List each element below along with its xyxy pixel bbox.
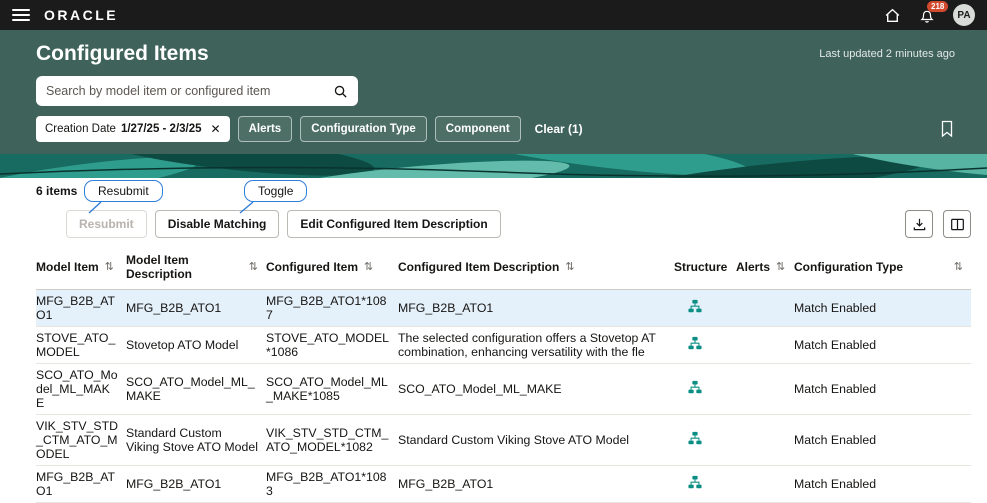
table-toolbar: Resubmit Disable Matching Edit Configure… xyxy=(36,210,971,238)
table-row[interactable]: MFG_B2B_ATO1 MFG_B2B_ATO1 MFG_B2B_ATO1*1… xyxy=(36,465,971,503)
content-area: 6 items Resubmit Toggle Resubmit Disable… xyxy=(0,178,987,503)
sort-icon[interactable]: ⇅ xyxy=(776,261,785,274)
cell-configuration-type: Match Enabled xyxy=(794,363,971,415)
search-input[interactable] xyxy=(46,84,333,98)
page-header: Configured Items Last updated 2 minutes … xyxy=(0,30,987,154)
resubmit-button[interactable]: Resubmit xyxy=(66,210,147,238)
cell-model-item-description: Stovetop ATO Model xyxy=(126,326,266,364)
cell-structure xyxy=(674,289,736,327)
bookmark-icon[interactable] xyxy=(939,120,955,138)
cell-structure xyxy=(674,326,736,364)
cell-configured-item-description: Standard Custom Viking Stove ATO Model xyxy=(398,414,674,466)
app-window: ORACLE 218 PA Configured Items Last upda… xyxy=(0,0,987,503)
sort-icon[interactable]: ⇅ xyxy=(364,261,373,274)
configured-items-table: Model Item ⇅ Model Item Description ⇅ Conf… xyxy=(36,250,971,503)
hamburger-menu-icon[interactable] xyxy=(12,9,30,21)
oracle-logo: ORACLE xyxy=(44,7,119,23)
sort-icon[interactable]: ⇅ xyxy=(105,261,114,274)
structure-hierarchy-icon[interactable] xyxy=(688,475,702,489)
cell-configured-item: STOVE_ATO_MODEL*1086 xyxy=(266,326,398,364)
cell-configured-item: MFG_B2B_ATO1*1083 xyxy=(266,465,398,503)
cell-configured-item-description: MFG_B2B_ATO1 xyxy=(398,289,674,327)
cell-configured-item: MFG_B2B_ATO1*1087 xyxy=(266,289,398,327)
column-header-model-item[interactable]: Model Item ⇅ xyxy=(36,250,126,290)
cell-configured-item-description: SCO_ATO_Model_ML_MAKE xyxy=(398,363,674,415)
decorative-pattern xyxy=(0,154,987,178)
global-topbar: ORACLE 218 PA xyxy=(0,0,987,30)
notification-count-badge: 218 xyxy=(927,0,949,13)
user-avatar[interactable]: PA xyxy=(953,4,975,26)
clear-filters-button[interactable]: Clear (1) xyxy=(535,122,583,136)
cell-model-item-description: MFG_B2B_ATO1 xyxy=(126,289,266,327)
filter-chip-configuration-type[interactable]: Configuration Type xyxy=(300,116,427,142)
download-button[interactable] xyxy=(905,210,933,238)
column-header-configured-item-description[interactable]: Configured Item Description ⇅ xyxy=(398,250,674,290)
search-icon[interactable] xyxy=(333,84,348,99)
filter-chips-row: Creation Date 1/27/25 - 2/3/25 ✕ Alerts … xyxy=(36,116,955,142)
cell-model-item: MFG_B2B_ATO1 xyxy=(36,289,126,327)
filter-chip-creation-date[interactable]: Creation Date 1/27/25 - 2/3/25 ✕ xyxy=(36,116,230,142)
cell-alerts xyxy=(736,326,794,364)
structure-hierarchy-icon[interactable] xyxy=(688,380,702,394)
structure-hierarchy-icon[interactable] xyxy=(688,336,702,350)
cell-structure xyxy=(674,465,736,503)
column-header-configured-item[interactable]: Configured Item ⇅ xyxy=(266,250,398,290)
sort-icon[interactable]: ⇅ xyxy=(565,261,574,274)
cell-model-item: MFG_B2B_ATO1 xyxy=(36,465,126,503)
cell-model-item-description: MFG_B2B_ATO1 xyxy=(126,465,266,503)
download-icon xyxy=(912,217,927,232)
column-header-structure: Structure xyxy=(674,250,736,290)
column-header-configuration-type[interactable]: Configuration Type ⇅ xyxy=(794,250,971,290)
cell-configured-item-description: MFG_B2B_ATO1 xyxy=(398,465,674,503)
cell-configured-item-description: The selected configuration offers a Stov… xyxy=(398,326,674,364)
table-row[interactable]: MFG_B2B_ATO1 MFG_B2B_ATO1 MFG_B2B_ATO1*1… xyxy=(36,289,971,327)
sort-icon[interactable]: ⇅ xyxy=(954,261,963,274)
last-updated-text: Last updated 2 minutes ago xyxy=(819,48,955,60)
chip-value: 1/27/25 - 2/3/25 xyxy=(120,123,202,135)
column-header-alerts[interactable]: Alerts ⇅ xyxy=(736,250,794,290)
callout-toggle: Toggle xyxy=(244,180,308,202)
chip-label: Creation Date xyxy=(45,123,116,135)
column-header-model-item-description[interactable]: Model Item Description ⇅ xyxy=(126,250,266,290)
cell-alerts xyxy=(736,465,794,503)
cell-configured-item: SCO_ATO_Model_ML_MAKE*1085 xyxy=(266,363,398,415)
manage-columns-button[interactable] xyxy=(943,210,971,238)
callout-resubmit: Resubmit xyxy=(84,180,163,202)
table-row[interactable]: VIK_STV_STD_CTM_ATO_MODEL Standard Custo… xyxy=(36,414,971,466)
columns-icon xyxy=(950,217,965,232)
cell-structure xyxy=(674,363,736,415)
cell-alerts xyxy=(736,414,794,466)
cell-model-item-description: SCO_ATO_Model_ML_MAKE xyxy=(126,363,266,415)
cell-model-item: VIK_STV_STD_CTM_ATO_MODEL xyxy=(36,414,126,466)
filter-chip-component[interactable]: Component xyxy=(434,116,521,142)
chip-close-icon[interactable]: ✕ xyxy=(211,122,221,136)
cell-configuration-type: Match Enabled xyxy=(794,289,971,327)
cell-configuration-type: Match Enabled xyxy=(794,326,971,364)
cell-model-item-description: Standard Custom Viking Stove ATO Model xyxy=(126,414,266,466)
cell-configuration-type: Match Enabled xyxy=(794,465,971,503)
cell-configuration-type: Match Enabled xyxy=(794,414,971,466)
cell-model-item: STOVE_ATO_MODEL xyxy=(36,326,126,364)
page-title: Configured Items xyxy=(36,42,209,65)
disable-matching-button[interactable]: Disable Matching xyxy=(154,210,280,238)
items-count: 6 items xyxy=(36,184,78,198)
cell-alerts xyxy=(736,289,794,327)
cell-model-item: SCO_ATO_Model_ML_MAKE xyxy=(36,363,126,415)
notifications-bell-icon[interactable]: 218 xyxy=(919,0,949,24)
search-box xyxy=(36,76,358,106)
home-icon[interactable] xyxy=(884,7,901,24)
cell-structure xyxy=(674,414,736,466)
table-row[interactable]: STOVE_ATO_MODEL Stovetop ATO Model STOVE… xyxy=(36,326,971,364)
table-header-row: Model Item ⇅ Model Item Description ⇅ Conf… xyxy=(36,250,971,290)
filter-chip-alerts[interactable]: Alerts xyxy=(237,116,293,142)
sort-icon[interactable]: ⇅ xyxy=(249,261,258,274)
cell-alerts xyxy=(736,363,794,415)
table-row[interactable]: SCO_ATO_Model_ML_MAKE SCO_ATO_Model_ML_M… xyxy=(36,363,971,415)
edit-configured-item-description-button[interactable]: Edit Configured Item Description xyxy=(287,210,501,238)
structure-hierarchy-icon[interactable] xyxy=(688,431,702,445)
structure-hierarchy-icon[interactable] xyxy=(688,299,702,313)
cell-configured-item: VIK_STV_STD_CTM_ATO_MODEL*1082 xyxy=(266,414,398,466)
